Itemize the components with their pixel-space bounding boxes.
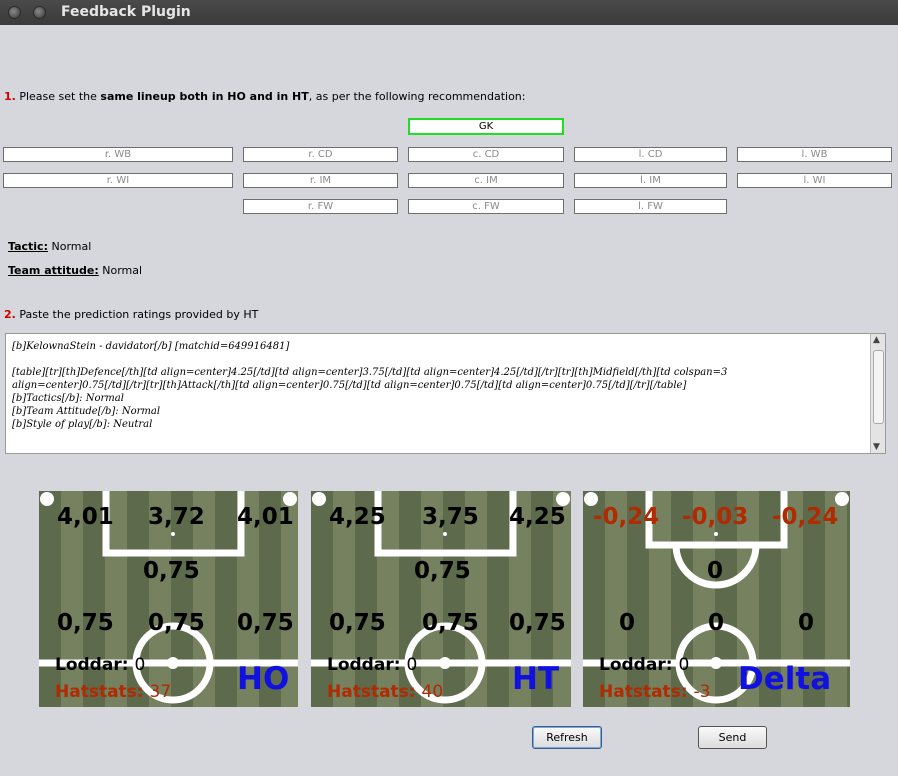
delta-loddar-value: 0 (678, 655, 690, 675)
ht-loddar-value: 0 (406, 655, 418, 675)
ho-att-left: 0,75 (237, 610, 294, 636)
ho-def-center: 3,72 (148, 504, 205, 530)
step1-number: 1. (4, 90, 16, 103)
attitude-value: Normal (102, 264, 143, 277)
attitude-label: Team attitude: (8, 264, 99, 277)
ht-loddar: Loddar: 0 (327, 655, 417, 675)
ht-att-center: 0,75 (422, 610, 479, 636)
refresh-button[interactable]: Refresh (532, 726, 602, 749)
ho-rating-panel: 4,01 3,72 4,01 0,75 0,75 0,75 0,75 Lodda… (39, 491, 298, 707)
ht-def-center: 3,75 (422, 504, 479, 530)
ho-def-right: 4,01 (57, 504, 114, 530)
window-title: Feedback Plugin (61, 4, 191, 20)
step1-text-post: , as per the following recommendation: (308, 90, 526, 103)
send-button[interactable]: Send (698, 726, 767, 749)
scroll-down-arrow-icon[interactable]: ▼ (873, 442, 880, 452)
delta-rating-panel: -0,24 -0,03 -0,24 0 0 0 0 Loddar: 0 Hats… (583, 491, 850, 707)
ht-def-right: 4,25 (329, 504, 386, 530)
delta-def-center: -0,03 (682, 504, 749, 530)
prediction-text[interactable]: [b]KelownaStein - davidator[/b] [matchid… (12, 340, 862, 431)
step1-text-pre: Please set the (19, 90, 101, 103)
delta-loddar: Loddar: 0 (599, 655, 689, 675)
position-r-im: r. IM (243, 173, 398, 188)
ho-loddar-label: Loddar: (55, 655, 129, 675)
ht-def-left: 4,25 (509, 504, 566, 530)
scrollbar-thumb[interactable] (873, 350, 884, 424)
scroll-up-arrow-icon[interactable]: ▲ (873, 335, 880, 345)
ho-hatstats-value: 37 (149, 682, 172, 702)
minimize-window-button[interactable] (33, 6, 46, 19)
delta-att-center: 0 (708, 610, 725, 636)
position-l-im: l. IM (574, 173, 727, 188)
ho-midfield: 0,75 (143, 558, 200, 584)
delta-att-right: 0 (619, 610, 636, 636)
delta-hatstats-value: -3 (693, 682, 711, 702)
ho-att-right: 0,75 (57, 610, 114, 636)
ho-panel-name: HO (237, 661, 290, 697)
position-r-cd: r. CD (243, 147, 398, 162)
close-window-button[interactable] (8, 6, 21, 19)
ht-panel-name: HT (512, 661, 560, 697)
position-c-cd: c. CD (408, 147, 564, 162)
window-title-bar: Feedback Plugin (0, 0, 898, 25)
position-c-fw: c. FW (408, 199, 564, 214)
position-l-fw: l. FW (574, 199, 727, 214)
delta-def-right: -0,24 (593, 504, 660, 530)
textarea-scrollbar[interactable]: ▲ ▼ (870, 334, 885, 453)
position-c-im: c. IM (408, 173, 564, 188)
ho-hatstats: Hatstats: 37 (55, 682, 171, 702)
delta-def-left: -0,24 (772, 504, 839, 530)
ho-hatstats-label: Hatstats: (55, 682, 144, 702)
ho-att-center: 0,75 (148, 610, 205, 636)
ht-hatstats-label: Hatstats: (327, 682, 416, 702)
tactic-label: Tactic: (8, 240, 48, 253)
ho-def-left: 4,01 (237, 504, 294, 530)
position-l-cd: l. CD (574, 147, 727, 162)
step2-text: Paste the prediction ratings provided by… (19, 308, 259, 321)
ho-loddar: Loddar: 0 (55, 655, 145, 675)
attitude-row: Team attitude: Normal (8, 264, 142, 277)
delta-panel-name: Delta (738, 661, 832, 697)
step2-instruction: 2. Paste the prediction ratings provided… (4, 308, 258, 321)
prediction-textarea[interactable]: [b]KelownaStein - davidator[/b] [matchid… (5, 333, 886, 454)
step1-text-bold: same lineup both in HO and in HT (100, 90, 309, 103)
delta-midfield: 0 (707, 558, 724, 584)
position-r-fw: r. FW (243, 199, 398, 214)
position-r-wb: r. WB (3, 147, 233, 162)
ho-loddar-value: 0 (134, 655, 146, 675)
delta-hatstats-label: Hatstats: (599, 682, 688, 702)
step2-number: 2. (4, 308, 16, 321)
tactic-value: Normal (51, 240, 92, 253)
delta-hatstats: Hatstats: -3 (599, 682, 710, 702)
ht-att-left: 0,75 (509, 610, 566, 636)
position-r-wi: r. WI (3, 173, 233, 188)
ht-hatstats: Hatstats: 40 (327, 682, 443, 702)
ht-hatstats-value: 40 (421, 682, 444, 702)
tactic-row: Tactic: Normal (8, 240, 91, 253)
ht-rating-panel: 4,25 3,75 4,25 0,75 0,75 0,75 0,75 Lodda… (311, 491, 571, 707)
ht-midfield: 0,75 (414, 558, 471, 584)
delta-att-left: 0 (798, 610, 815, 636)
position-l-wb: l. WB (737, 147, 892, 162)
step1-instruction: 1. Please set the same lineup both in HO… (4, 90, 526, 103)
delta-loddar-label: Loddar: (599, 655, 673, 675)
position-gk: GK (408, 118, 564, 135)
ht-att-right: 0,75 (329, 610, 386, 636)
position-l-wi: l. WI (737, 173, 892, 188)
ht-loddar-label: Loddar: (327, 655, 401, 675)
